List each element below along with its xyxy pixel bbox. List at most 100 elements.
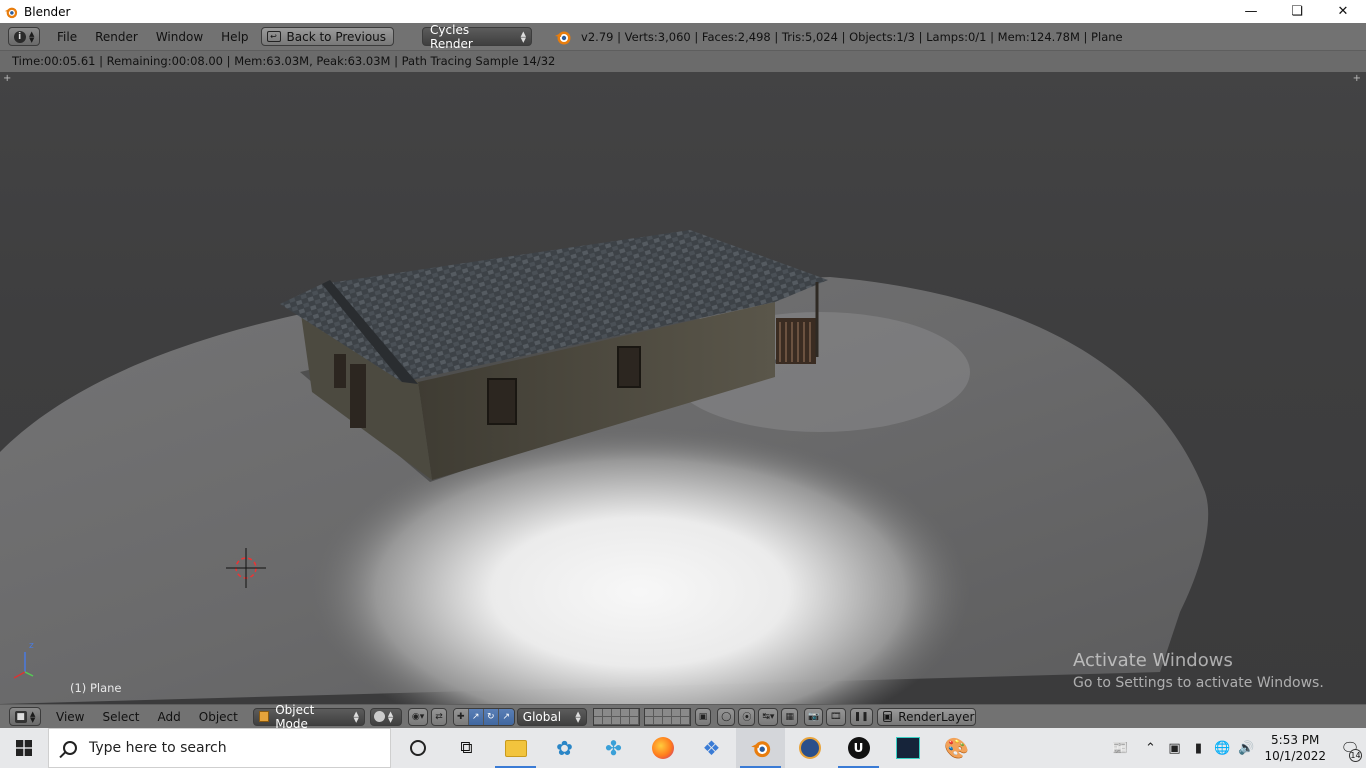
task-view-icon[interactable]: ⧉ (442, 728, 491, 768)
area-corner-icon[interactable]: + (3, 73, 11, 84)
render-engine-value: Cycles Render (430, 22, 473, 51)
render-layer-value: RenderLayer (898, 709, 975, 724)
blender-app: Blender — ❏ ✕ i ▲ ▼ File Render Window He… (0, 0, 1366, 768)
viewport-shading-select[interactable]: ▲ ▼ (369, 707, 402, 726)
editor-type-button[interactable]: i ▲ ▼ (8, 27, 40, 46)
area-corner-icon[interactable]: + (1353, 73, 1361, 84)
firefox-icon[interactable] (638, 728, 687, 768)
search-placeholder: Type here to search (89, 740, 227, 756)
dropdown-arrows-icon: ▲ ▼ (387, 709, 394, 724)
snap-toggle-button[interactable]: ⦿ (738, 707, 756, 726)
menu-view[interactable]: View (47, 710, 93, 724)
blender-icon[interactable] (736, 728, 785, 768)
restore-icon[interactable]: ❏ (1274, 0, 1320, 23)
back-to-previous-label: Back to Previous (286, 29, 387, 44)
dropdown-arrows-icon: ▲ ▼ (520, 29, 527, 44)
back-icon: ↩ (266, 31, 281, 42)
rendered-scene (0, 230, 1209, 704)
meet-now-icon[interactable]: ▣ (1162, 728, 1186, 768)
dropdown-arrows-icon: ▲ ▼ (353, 709, 359, 724)
sketch-app-icon[interactable]: ❖ (687, 728, 736, 768)
blender-logo-icon (4, 7, 18, 18)
scale-icon[interactable]: ↗ (498, 708, 514, 725)
dropdown-arrows-icon: ▲ ▼ (575, 709, 581, 724)
object-mode-cube-icon (258, 711, 270, 722)
menu-window[interactable]: Window (147, 30, 212, 44)
paint-icon[interactable]: 🎨 (932, 728, 981, 768)
opengl-render-animation-button[interactable]: 🎞 (826, 707, 846, 726)
volume-icon[interactable]: 🔊 (1234, 728, 1258, 768)
info-header: i ▲ ▼ File Render Window Help ↩ Back to P… (0, 23, 1366, 51)
windows-taskbar: Type here to search ⧉ ✿ ✤ ❖ U 🎨 📰 ⌃ ▣ ▮ … (0, 728, 1366, 768)
3d-view-header: ■ ▲ ▼ View Select Add Object Object Mode … (0, 703, 1366, 731)
mode-select[interactable]: Object Mode ▲ ▼ (252, 703, 365, 731)
clock[interactable]: 5:53 PM 10/1/2022 (1264, 732, 1326, 764)
action-center-icon[interactable]: 🗨 14 (1334, 728, 1366, 768)
watermark-title: Activate Windows (1073, 650, 1233, 671)
render-engine-select[interactable]: Cycles Render ▲ ▼ (422, 23, 533, 51)
clock-date: 10/1/2022 (1264, 749, 1326, 763)
snap-target-button[interactable]: ▦ (781, 707, 798, 726)
menu-add[interactable]: Add (149, 710, 190, 724)
game-launcher-icon[interactable] (883, 728, 932, 768)
cortana-icon[interactable] (393, 728, 442, 768)
updown-arrows-icon: ▲ ▼ (29, 709, 36, 724)
active-object-label: (1) Plane (70, 681, 122, 695)
manipulator-toggle-icon[interactable]: ✚ (453, 708, 469, 725)
taskbar-search-box[interactable]: Type here to search (48, 728, 391, 768)
system-tray: 📰 ⌃ ▣ ▮ 🌐 🔊 5:53 PM 10/1/2022 🗨 14 (1102, 728, 1366, 768)
menu-select[interactable]: Select (93, 710, 148, 724)
notification-count: 14 (1349, 749, 1362, 762)
battery-icon[interactable]: ▮ (1186, 728, 1210, 768)
mode-value: Object Mode (275, 702, 315, 731)
render-layer-icon: ▣ (882, 711, 893, 722)
news-icon[interactable]: 📰 (1102, 728, 1138, 768)
menu-object[interactable]: Object (190, 710, 247, 724)
unreal-engine-icon[interactable]: U (834, 728, 883, 768)
start-button[interactable] (0, 728, 48, 768)
snap-element-select[interactable]: ↹▾ (758, 707, 779, 726)
info-icon: i (13, 30, 26, 43)
transform-orientation-select[interactable]: Global ▲ ▼ (516, 707, 587, 726)
activate-windows-watermark: Activate Windows Go to Settings to activ… (1073, 650, 1324, 691)
layer-lock-button[interactable]: ▣ (694, 707, 712, 726)
blender-logo-icon (555, 31, 571, 44)
manipulator-toggle-button[interactable]: ⇄ (431, 707, 447, 726)
layer-grid-left[interactable] (592, 707, 640, 726)
rotate-icon[interactable]: ↻ (483, 708, 499, 725)
network-app-icon[interactable]: ✤ (589, 728, 638, 768)
windows-logo-icon (16, 740, 32, 756)
opengl-render-image-button[interactable]: 📷 (803, 707, 824, 726)
3d-view-icon: ■ (14, 710, 27, 723)
layer-grid-right[interactable] (643, 707, 691, 726)
orientation-value: Global (522, 709, 562, 724)
media-app-icon[interactable] (785, 728, 834, 768)
watermark-subtitle: Go to Settings to activate Windows. (1073, 675, 1324, 691)
pivot-point-button[interactable]: ◉▾ (407, 707, 429, 726)
minimize-icon[interactable]: — (1228, 0, 1274, 23)
editor-type-button[interactable]: ■ ▲ ▼ (9, 707, 41, 726)
pause-render-button[interactable]: ❚❚ (849, 707, 873, 726)
network-icon[interactable]: 🌐 (1210, 728, 1234, 768)
updown-arrows-icon: ▲ ▼ (28, 29, 35, 44)
file-explorer-icon[interactable] (491, 728, 540, 768)
back-to-previous-button[interactable]: ↩ Back to Previous (260, 27, 395, 46)
dolphin-icon[interactable]: ✿ (540, 728, 589, 768)
search-icon (63, 741, 77, 755)
manipulator-group: ✚ ↗ ↻ ↗ (452, 707, 515, 726)
render-status-bar: Time:00:05.61 | Remaining:00:08.00 | Mem… (0, 51, 1366, 72)
clock-time: 5:53 PM (1271, 733, 1320, 747)
axis-z-label: z (29, 641, 34, 651)
render-layer-select[interactable]: ▣ RenderLayer (876, 707, 976, 726)
scene-stats: v2.79 | Verts:3,060 | Faces:2,498 | Tris… (581, 29, 1123, 44)
3d-viewport[interactable]: + + z (1) Plane Activate Windows Go to S… (0, 72, 1366, 704)
menu-render[interactable]: Render (86, 30, 147, 44)
proportional-edit-button[interactable]: ◯ (717, 707, 736, 726)
show-hidden-icons-icon[interactable]: ⌃ (1138, 728, 1162, 768)
window-title: Blender (24, 4, 71, 19)
menu-file[interactable]: File (48, 30, 86, 44)
menu-help[interactable]: Help (212, 30, 257, 44)
shading-sphere-icon (373, 711, 385, 722)
close-icon[interactable]: ✕ (1320, 0, 1366, 23)
translate-icon[interactable]: ↗ (468, 708, 484, 725)
